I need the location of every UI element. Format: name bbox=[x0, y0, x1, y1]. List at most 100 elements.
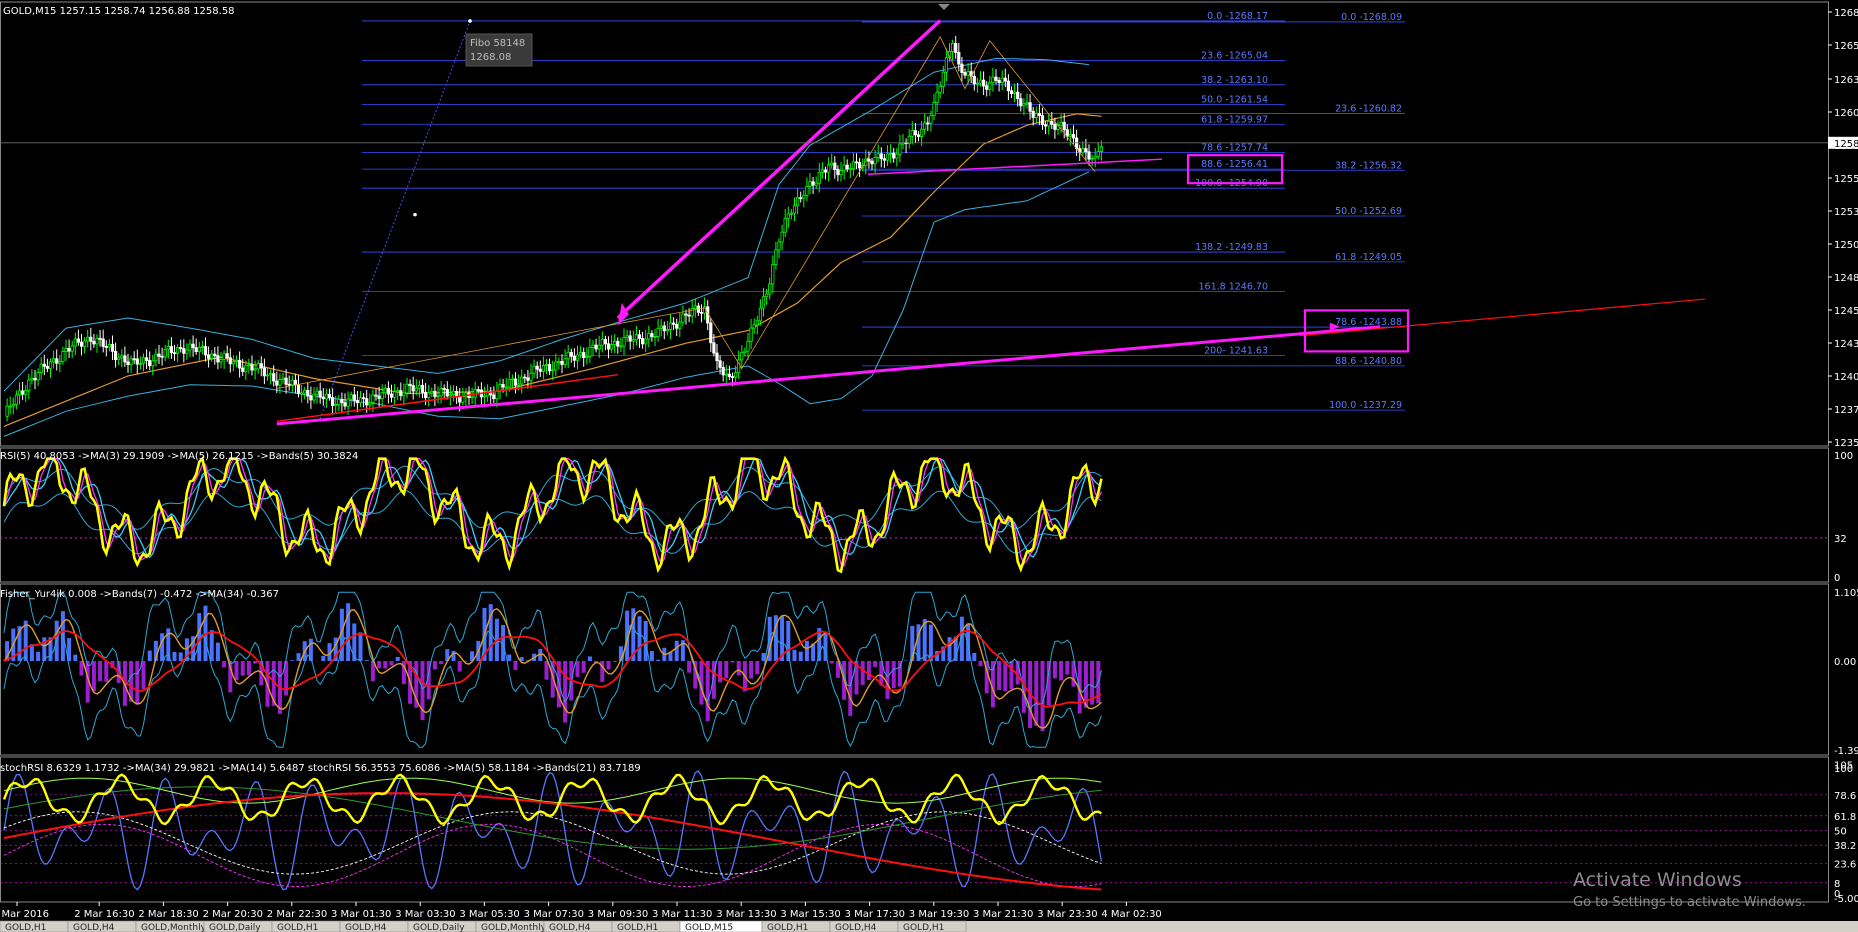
candle-up bbox=[839, 170, 843, 176]
candle-down bbox=[501, 384, 505, 388]
candle-up bbox=[27, 379, 31, 391]
candle-up bbox=[86, 336, 90, 342]
price-tick-label: 1268 bbox=[1834, 8, 1858, 19]
candle-up bbox=[920, 128, 924, 137]
chart-tab-label: GOLD,H4 bbox=[73, 923, 115, 932]
candle-up bbox=[1034, 113, 1038, 118]
candle-up bbox=[256, 363, 260, 370]
time-tick-label: 3 Mar 17:30 bbox=[845, 909, 905, 920]
candle-down bbox=[727, 373, 732, 377]
candle-down bbox=[399, 390, 403, 397]
candle-down bbox=[603, 339, 608, 345]
chart-tab-label: GOLD,H1 bbox=[5, 923, 46, 932]
rsi-panel-frame bbox=[0, 447, 1829, 583]
fisher-bar-positive bbox=[178, 652, 183, 661]
fisher-bar-negative bbox=[253, 661, 258, 664]
candle-down bbox=[442, 388, 446, 390]
fisher-bar-negative bbox=[104, 661, 109, 682]
stoch-tick-label: -5.00 bbox=[1834, 894, 1858, 905]
candle-up bbox=[448, 394, 453, 397]
candle-up bbox=[197, 346, 201, 353]
candle-down bbox=[833, 162, 837, 170]
candle-up bbox=[268, 373, 273, 376]
fisher-bar-negative bbox=[439, 661, 444, 665]
candle-down bbox=[355, 400, 360, 404]
candle-up bbox=[758, 307, 763, 322]
candle-down bbox=[182, 348, 186, 354]
candle-up bbox=[141, 357, 146, 364]
candle-down bbox=[1087, 151, 1091, 160]
candle-down bbox=[675, 323, 679, 329]
candle-down bbox=[594, 344, 598, 350]
time-tick-label: 4 Mar 02:30 bbox=[1101, 909, 1161, 920]
fisher-bar-positive bbox=[358, 632, 363, 661]
candle-up bbox=[938, 85, 942, 93]
candle-up bbox=[396, 390, 400, 393]
candle-down bbox=[318, 390, 322, 398]
support-trendline bbox=[276, 325, 1381, 426]
fisher-bar-positive bbox=[215, 642, 220, 661]
fibo-tooltip: Fibo 58148 1268.08 bbox=[465, 33, 533, 67]
candle-down bbox=[730, 376, 735, 378]
candle-down bbox=[340, 398, 344, 404]
candle-down bbox=[916, 134, 921, 137]
chart-tab-label: GOLD,H4 bbox=[835, 923, 877, 932]
candle-up bbox=[95, 337, 99, 345]
activate-windows-title: Activate Windows bbox=[1573, 869, 1742, 891]
candle-up bbox=[681, 313, 685, 323]
rsi-header: RSI(5) 40.8053 ->MA(3) 29.1909 ->MA(5) 2… bbox=[0, 451, 358, 462]
candle-down bbox=[110, 344, 115, 352]
candle-up bbox=[579, 352, 583, 356]
candle-up bbox=[166, 346, 170, 350]
bollinger-upper-band bbox=[3, 57, 1090, 392]
candle-down bbox=[287, 383, 291, 386]
candle-down bbox=[982, 79, 986, 87]
candle-down bbox=[374, 394, 378, 397]
candle-down bbox=[327, 393, 332, 398]
price-tick-label: 1235 bbox=[1834, 438, 1858, 449]
candle-down bbox=[262, 367, 267, 377]
candle-down bbox=[67, 348, 71, 352]
candle-up bbox=[761, 296, 766, 309]
candle-up bbox=[368, 402, 372, 406]
candle-up bbox=[631, 339, 635, 342]
zigzag-line bbox=[276, 36, 1096, 389]
candle-up bbox=[814, 182, 818, 186]
candle-down bbox=[89, 336, 93, 342]
fisher-bar-negative bbox=[606, 661, 611, 670]
candle-down bbox=[296, 384, 301, 394]
candle-down bbox=[203, 346, 208, 356]
candle-down bbox=[250, 364, 254, 371]
candle-up bbox=[792, 205, 797, 214]
price-tick-label: 1248 bbox=[1834, 273, 1858, 284]
candle-up bbox=[613, 341, 617, 345]
candle-down bbox=[709, 322, 713, 344]
candle-up bbox=[1099, 146, 1103, 152]
fisher-bar-positive bbox=[36, 651, 41, 661]
candle-up bbox=[780, 231, 784, 243]
fisher-bar-negative bbox=[1052, 661, 1057, 679]
fisher-bar-positive bbox=[656, 659, 661, 661]
candle-up bbox=[231, 361, 235, 365]
rsi-line bbox=[2, 455, 1103, 574]
fib-level-label: 23.6 -1265.04 bbox=[1201, 50, 1268, 61]
candle-up bbox=[430, 390, 434, 394]
candle-up bbox=[358, 397, 363, 404]
fisher-bar-negative bbox=[513, 661, 518, 670]
candle-down bbox=[126, 361, 130, 365]
candle-up bbox=[383, 387, 387, 394]
candle-down bbox=[259, 363, 263, 369]
time-tick-label: 3 Mar 03:30 bbox=[395, 909, 455, 920]
time-tick-label: 3 Mar 13:30 bbox=[716, 909, 776, 920]
candle-down bbox=[823, 169, 828, 173]
candle-up bbox=[551, 369, 555, 372]
candle-down bbox=[526, 377, 530, 381]
candle-up bbox=[39, 363, 43, 373]
candle-up bbox=[1059, 121, 1063, 126]
candle-up bbox=[281, 377, 285, 380]
candle-up bbox=[895, 153, 899, 159]
fib-level-label: 0.0 -1268.09 bbox=[1341, 12, 1402, 23]
rsi-plot: 100 32 0 bbox=[0, 451, 1853, 584]
candle-up bbox=[222, 353, 226, 360]
candle-up bbox=[876, 153, 880, 158]
